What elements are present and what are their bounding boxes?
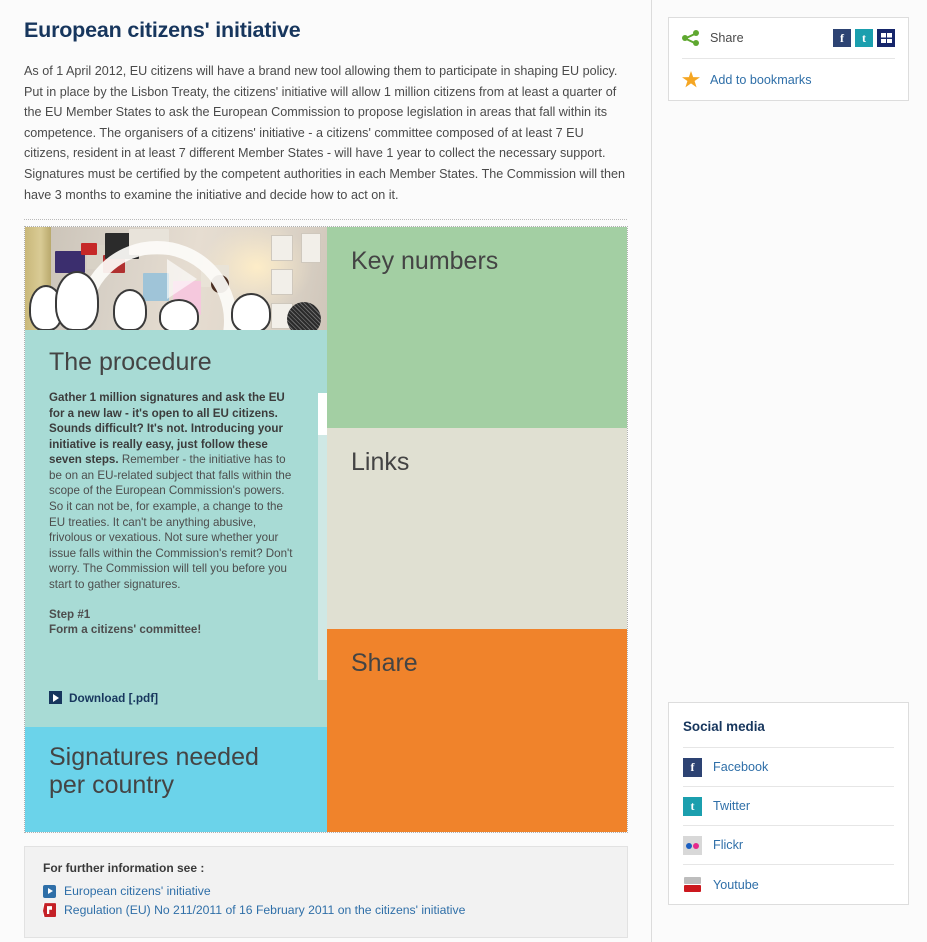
- add-to-bookmarks-label: Add to bookmarks: [710, 72, 812, 87]
- procedure-scroll-body: Gather 1 million signatures and ask the …: [49, 390, 293, 680]
- pdf-icon: [43, 903, 56, 918]
- procedure-scrollbar[interactable]: [318, 393, 327, 681]
- wall-frame: [271, 269, 293, 296]
- tile-key-numbers[interactable]: Key numbers: [327, 227, 627, 429]
- download-label: Download [.pdf]: [69, 690, 159, 705]
- facebook-icon: f: [683, 757, 702, 777]
- share-nodes-icon: [682, 30, 700, 46]
- tile-links-heading: Links: [351, 448, 410, 477]
- intro-paragraph: As of 1 April 2012, EU citizens will hav…: [24, 64, 626, 202]
- tile-column-right: Key numbers Links Share: [327, 227, 627, 833]
- flickr-icon: [683, 835, 702, 855]
- tile-signatures-needed[interactable]: Signatures needed per country: [25, 727, 327, 833]
- share-buttons: f t: [833, 29, 895, 47]
- social-item-label: Twitter: [713, 799, 751, 813]
- scrollbar-thumb[interactable]: [318, 393, 327, 436]
- share-row: Share f t: [682, 18, 895, 59]
- youtube-icon: [683, 875, 702, 894]
- cartoon-person: [159, 299, 199, 331]
- social-item-label: Flickr: [713, 838, 744, 852]
- procedure-step-label: Step #1: [49, 607, 91, 621]
- social-item-flickr[interactable]: Flickr: [683, 826, 894, 865]
- cartoon-person: [231, 293, 271, 331]
- social-item-twitter[interactable]: t Twitter: [683, 787, 894, 826]
- social-item-label: Facebook: [713, 760, 769, 774]
- right-sidebar: Share f t Add to bookmarks Social media …: [652, 0, 927, 942]
- social-item-label: Youtube: [713, 877, 759, 892]
- tile-procedure[interactable]: The procedure Gather 1 million signature…: [25, 330, 327, 728]
- further-link-label: European citizens' initiative: [64, 884, 211, 899]
- cartoon-person: [55, 271, 99, 331]
- tile-column-left: The procedure Gather 1 million signature…: [25, 227, 327, 833]
- further-information-box: For further information see : European c…: [24, 846, 628, 939]
- main-content-column: European citizens' initiative As of 1 Ap…: [0, 0, 652, 942]
- social-media-panel: Social media f Facebook t Twitter Flickr…: [668, 702, 909, 905]
- tile-links[interactable]: Links: [327, 428, 627, 630]
- further-information-title: For further information see :: [43, 861, 205, 876]
- cartoon-person-dark: [287, 302, 321, 331]
- further-link-initiative[interactable]: European citizens' initiative: [43, 884, 609, 898]
- share-facebook-button[interactable]: f: [833, 29, 851, 47]
- section-divider: [24, 219, 627, 221]
- pinned-photo: [81, 243, 97, 256]
- procedure-body-text: Remember - the initiative has to be on a…: [49, 453, 293, 592]
- share-msn-button[interactable]: [877, 29, 895, 47]
- download-pdf-link[interactable]: Download [.pdf]: [49, 691, 307, 705]
- add-to-bookmarks-row[interactable]: Add to bookmarks: [682, 59, 895, 100]
- share-panel: Share f t Add to bookmarks: [668, 17, 909, 101]
- further-link-regulation[interactable]: Regulation (EU) No 211/2011 of 16 Februa…: [43, 903, 609, 918]
- wall-frame: [271, 235, 293, 262]
- tile-share-heading: Share: [351, 649, 418, 678]
- procedure-step-text: Form a citizens' committee!: [49, 623, 202, 637]
- wall-frame: [301, 233, 321, 264]
- play-square-icon: [49, 691, 62, 705]
- tile-signatures-heading: Signatures needed per country: [49, 743, 259, 800]
- twitter-icon: t: [683, 796, 702, 816]
- tile-procedure-heading: The procedure: [49, 348, 212, 377]
- social-media-title: Social media: [683, 703, 894, 748]
- external-link-icon: [43, 884, 56, 898]
- video-thumbnail[interactable]: [25, 227, 327, 331]
- tile-share[interactable]: Share: [327, 629, 627, 833]
- page-title: European citizens' initiative: [24, 18, 301, 42]
- share-twitter-button[interactable]: t: [855, 29, 873, 47]
- social-item-facebook[interactable]: f Facebook: [683, 748, 894, 787]
- page-root: European citizens' initiative As of 1 Ap…: [0, 0, 927, 942]
- play-icon[interactable]: [167, 258, 197, 299]
- star-icon: [682, 71, 700, 88]
- share-label: Share: [710, 31, 744, 45]
- tile-key-numbers-heading: Key numbers: [351, 247, 499, 276]
- cartoon-person: [113, 289, 147, 331]
- tile-grid: The procedure Gather 1 million signature…: [24, 226, 628, 834]
- social-item-youtube[interactable]: Youtube: [683, 865, 894, 904]
- further-link-label: Regulation (EU) No 211/2011 of 16 Februa…: [64, 903, 466, 918]
